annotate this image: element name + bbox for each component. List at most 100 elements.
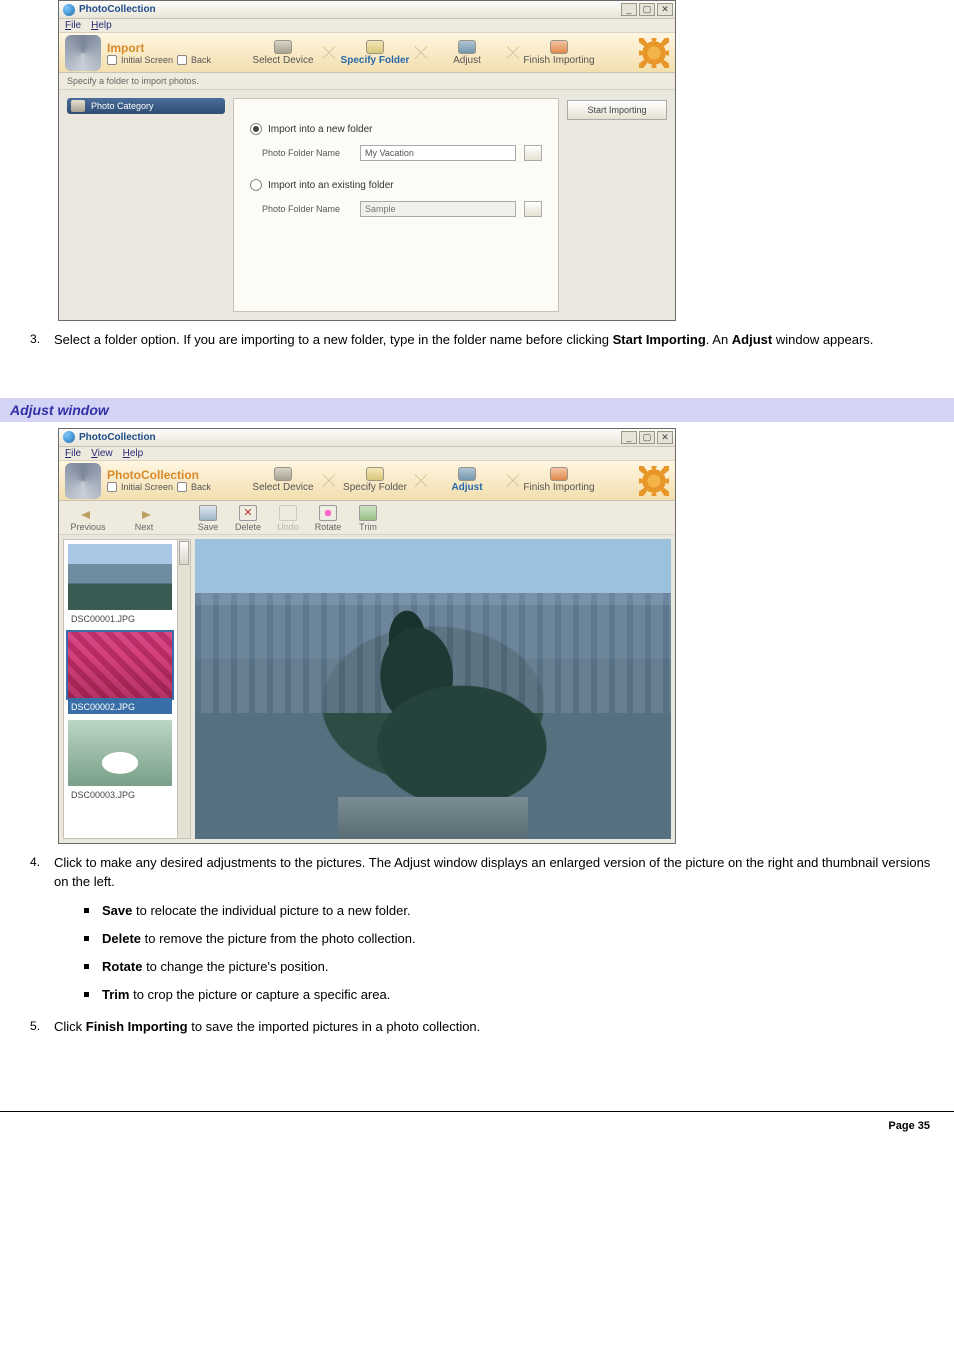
adjust-icon — [458, 40, 476, 54]
radio-new-folder[interactable] — [250, 123, 262, 135]
wizard-step-select-device[interactable]: Select Device — [237, 461, 329, 500]
rotate-button[interactable]: Rotate — [311, 505, 345, 532]
wizard-step-finish[interactable]: Finish Importing — [513, 33, 605, 72]
app-window: PhotoCollection _ ▢ ✕ File View Help Pho… — [58, 428, 676, 844]
radio-existing-folder-label: Import into an existing folder — [268, 180, 394, 191]
menu-help[interactable]: Help — [123, 448, 144, 459]
back-link[interactable]: Back — [191, 482, 211, 492]
radio-new-folder-label: Import into a new folder — [268, 124, 373, 135]
radio-existing-folder[interactable] — [250, 179, 262, 191]
back-link[interactable]: Back — [191, 55, 211, 65]
image-preview — [195, 539, 671, 839]
app-icon — [63, 431, 75, 443]
wizard-bar: Import Initial Screen Back Select Device… — [59, 33, 675, 73]
initial-screen-link[interactable]: Initial Screen — [121, 482, 173, 492]
bullet-delete: Delete to remove the picture from the ph… — [84, 930, 934, 948]
thumbnail-image — [68, 720, 172, 786]
folder-options-panel: Import into a new folder Photo Folder Na… — [233, 98, 559, 312]
menu-view[interactable]: View — [91, 448, 113, 459]
wizard-step-finish[interactable]: Finish Importing — [513, 461, 605, 500]
page-footer: Page 35 — [0, 1111, 954, 1144]
adjust-icon — [458, 467, 476, 481]
section-heading-adjust-window: Adjust window — [0, 398, 954, 422]
hint-text: Specify a folder to import photos. — [59, 73, 675, 90]
window-minimize-button[interactable]: _ — [621, 3, 637, 16]
thumbnail-item[interactable]: DSC00001.JPG — [68, 544, 172, 626]
thumbnail-panel: DSC00001.JPG DSC00002.JPG DSC00003.JPG — [63, 539, 191, 839]
thumbnail-item[interactable]: DSC00003.JPG — [68, 720, 172, 802]
existing-folder-name-input — [360, 201, 516, 217]
trim-icon — [359, 505, 377, 521]
window-title: PhotoCollection — [79, 432, 621, 443]
camera-icon — [274, 467, 292, 481]
wizard-logo-icon — [65, 463, 101, 499]
new-folder-name-input[interactable] — [360, 145, 516, 161]
save-button[interactable]: Save — [191, 505, 225, 532]
thumbnail-filename: DSC00003.JPG — [68, 788, 172, 802]
preview-pedestal — [338, 797, 528, 839]
finish-icon — [550, 467, 568, 481]
wizard-step-select-device[interactable]: Select Device — [237, 33, 329, 72]
app-window: PhotoCollection _ ▢ ✕ File Help Import I… — [58, 0, 676, 321]
delete-button[interactable]: Delete — [231, 505, 265, 532]
wizard-step-specify-folder[interactable]: Specify Folder — [329, 461, 421, 500]
menu-bar: File Help — [59, 19, 675, 33]
bullet-trim: Trim to crop the picture or capture a sp… — [84, 986, 934, 1004]
browse-existing-folder-button[interactable] — [524, 201, 542, 217]
menu-help[interactable]: Help — [91, 20, 112, 31]
trim-button[interactable]: Trim — [351, 505, 385, 532]
menu-file[interactable]: File — [65, 20, 81, 31]
initial-screen-icon — [107, 482, 117, 492]
window-close-button[interactable]: ✕ — [657, 3, 673, 16]
thumbnail-filename: DSC00002.JPG — [68, 700, 172, 714]
previous-button[interactable]: Previous — [67, 508, 109, 532]
undo-icon — [279, 505, 297, 521]
wizard-step-specify-folder[interactable]: Specify Folder — [329, 33, 421, 72]
arrow-right-icon — [135, 508, 153, 522]
thumbnail-filename: DSC00001.JPG — [68, 612, 172, 626]
window-minimize-button[interactable]: _ — [621, 431, 637, 444]
delete-icon — [239, 505, 257, 521]
menu-bar: File View Help — [59, 447, 675, 461]
back-icon — [177, 482, 187, 492]
adjust-toolbar: Previous Next Save Delete Undo — [59, 501, 675, 535]
arrow-left-icon — [79, 508, 97, 522]
wizard-bar: PhotoCollection Initial Screen Back Sele… — [59, 461, 675, 501]
window-maximize-button[interactable]: ▢ — [639, 431, 655, 444]
step-3: Select a folder option. If you are impor… — [30, 331, 934, 350]
initial-screen-icon — [107, 55, 117, 65]
wizard-step-adjust[interactable]: Adjust — [421, 461, 513, 500]
bullet-rotate: Rotate to change the picture's position. — [84, 958, 934, 976]
new-folder-name-label: Photo Folder Name — [262, 148, 352, 158]
app-icon — [63, 4, 75, 16]
back-icon — [177, 55, 187, 65]
thumbnail-item[interactable]: DSC00002.JPG — [68, 632, 172, 714]
wizard-title: Import — [107, 41, 237, 55]
titlebar: PhotoCollection _ ▢ ✕ — [59, 429, 675, 447]
screenshot-import-specify-folder: PhotoCollection _ ▢ ✕ File Help Import I… — [58, 0, 934, 321]
browse-new-folder-button[interactable] — [524, 145, 542, 161]
step-5: Click Finish Importing to save the impor… — [30, 1018, 934, 1037]
save-icon — [199, 505, 217, 521]
wizard-title: PhotoCollection — [107, 468, 237, 482]
undo-button: Undo — [271, 505, 305, 532]
next-button[interactable]: Next — [123, 508, 165, 532]
menu-file[interactable]: File — [65, 448, 81, 459]
gear-icon[interactable] — [639, 38, 669, 68]
window-maximize-button[interactable]: ▢ — [639, 3, 655, 16]
gear-icon[interactable] — [639, 466, 669, 496]
screenshot-adjust-window: PhotoCollection _ ▢ ✕ File View Help Pho… — [58, 428, 934, 844]
step-4: Click to make any desired adjustments to… — [30, 854, 934, 1004]
thumbnail-scrollbar[interactable] — [177, 540, 190, 838]
window-close-button[interactable]: ✕ — [657, 431, 673, 444]
existing-folder-name-label: Photo Folder Name — [262, 204, 352, 214]
start-importing-button[interactable]: Start Importing — [567, 100, 667, 120]
wizard-step-adjust[interactable]: Adjust — [421, 33, 513, 72]
wizard-logo-icon — [65, 35, 101, 71]
thumbnail-image — [68, 632, 172, 698]
window-title: PhotoCollection — [79, 4, 621, 15]
initial-screen-link[interactable]: Initial Screen — [121, 55, 173, 65]
titlebar: PhotoCollection _ ▢ ✕ — [59, 1, 675, 19]
bullet-save: Save to relocate the individual picture … — [84, 902, 934, 920]
photo-category-tab[interactable]: Photo Category — [67, 98, 225, 114]
